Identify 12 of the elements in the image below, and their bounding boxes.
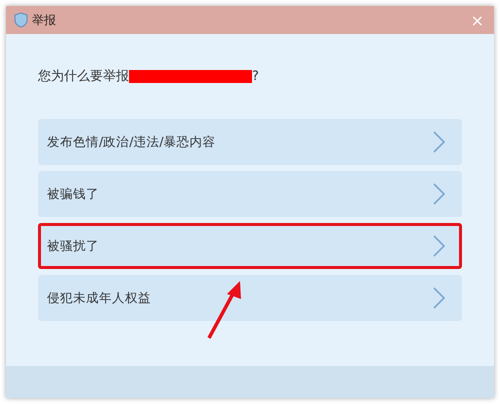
chevron-icon [433, 235, 445, 257]
question-mark: ? [252, 68, 259, 84]
chevron-icon [433, 131, 445, 153]
option-item[interactable]: 被骚扰了 [38, 223, 462, 269]
question-text: 您为什么要举报 [38, 68, 129, 85]
chevron-icon [433, 287, 445, 309]
option-item[interactable]: 发布色情/政治/违法/暴恐内容 [38, 119, 462, 165]
option-item[interactable]: 侵犯未成年人权益 [38, 275, 462, 321]
window-title: 举报 [32, 12, 56, 28]
option-item[interactable]: 被骗钱了 [38, 171, 462, 217]
shield-icon [14, 12, 28, 28]
chevron-icon [433, 183, 445, 205]
